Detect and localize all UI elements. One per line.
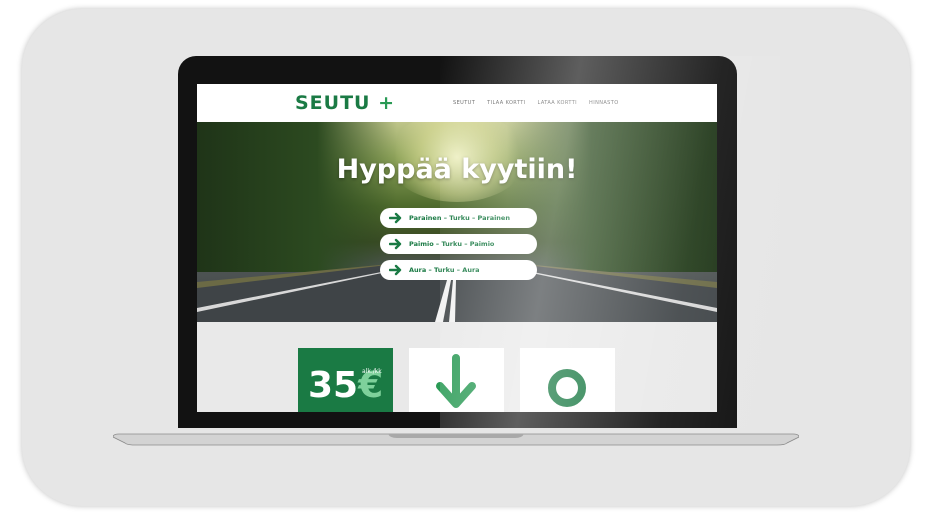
route-button-aura[interactable]: Aura – Turku – Aura: [380, 260, 537, 280]
price-unit: alk./kk: [362, 368, 382, 375]
logo-text: SEUTU: [295, 92, 371, 114]
nav-link-lataa-kortti[interactable]: LATAA KORTTI: [538, 100, 578, 106]
route-list: Parainen – Turku – Parainen Paimio – Tur…: [380, 208, 537, 286]
download-tile[interactable]: [409, 348, 504, 412]
feature-tiles: 35€ alk./kk: [298, 348, 615, 412]
ring-icon: [548, 369, 586, 407]
route-label: Parainen – Turku – Parainen: [409, 214, 510, 222]
hero-title: Hyppää kyytiin!: [336, 154, 578, 185]
site-logo[interactable]: SEUTU +: [295, 92, 395, 114]
forest-right: [507, 122, 717, 272]
arrow-right-icon: [389, 264, 402, 276]
route-button-paimio[interactable]: Paimio – Turku – Paimio: [380, 234, 537, 254]
nav-link-seutut[interactable]: SEUTUT: [453, 100, 475, 106]
main-nav: SEUTUT TILAA KORTTI LATAA KORTTI HINNAST…: [453, 100, 619, 106]
laptop-screen: SEUTU + SEUTUT TILAA KORTTI LATAA KORTTI…: [197, 84, 717, 412]
route-label: Aura – Turku – Aura: [409, 266, 480, 274]
logo-plus: +: [378, 92, 396, 114]
price-tile[interactable]: 35€ alk./kk: [298, 348, 393, 412]
price-value: 35: [308, 365, 359, 406]
laptop-base: [113, 433, 799, 446]
arrow-down-icon: [436, 354, 476, 408]
route-button-parainen[interactable]: Parainen – Turku – Parainen: [380, 208, 537, 228]
arrow-right-icon: [389, 238, 402, 250]
nav-link-hinnasto[interactable]: HINNASTO: [589, 100, 619, 106]
site-header: SEUTU + SEUTUT TILAA KORTTI LATAA KORTTI…: [197, 84, 717, 122]
nav-link-tilaa-kortti[interactable]: TILAA KORTTI: [487, 100, 525, 106]
hero-banner: Hyppää kyytiin! Parainen – Turku – Parai…: [197, 122, 717, 322]
ring-tile[interactable]: [520, 348, 615, 412]
forest-left: [197, 122, 397, 272]
arrow-right-icon: [389, 212, 402, 224]
route-label: Paimio – Turku – Paimio: [409, 240, 495, 248]
